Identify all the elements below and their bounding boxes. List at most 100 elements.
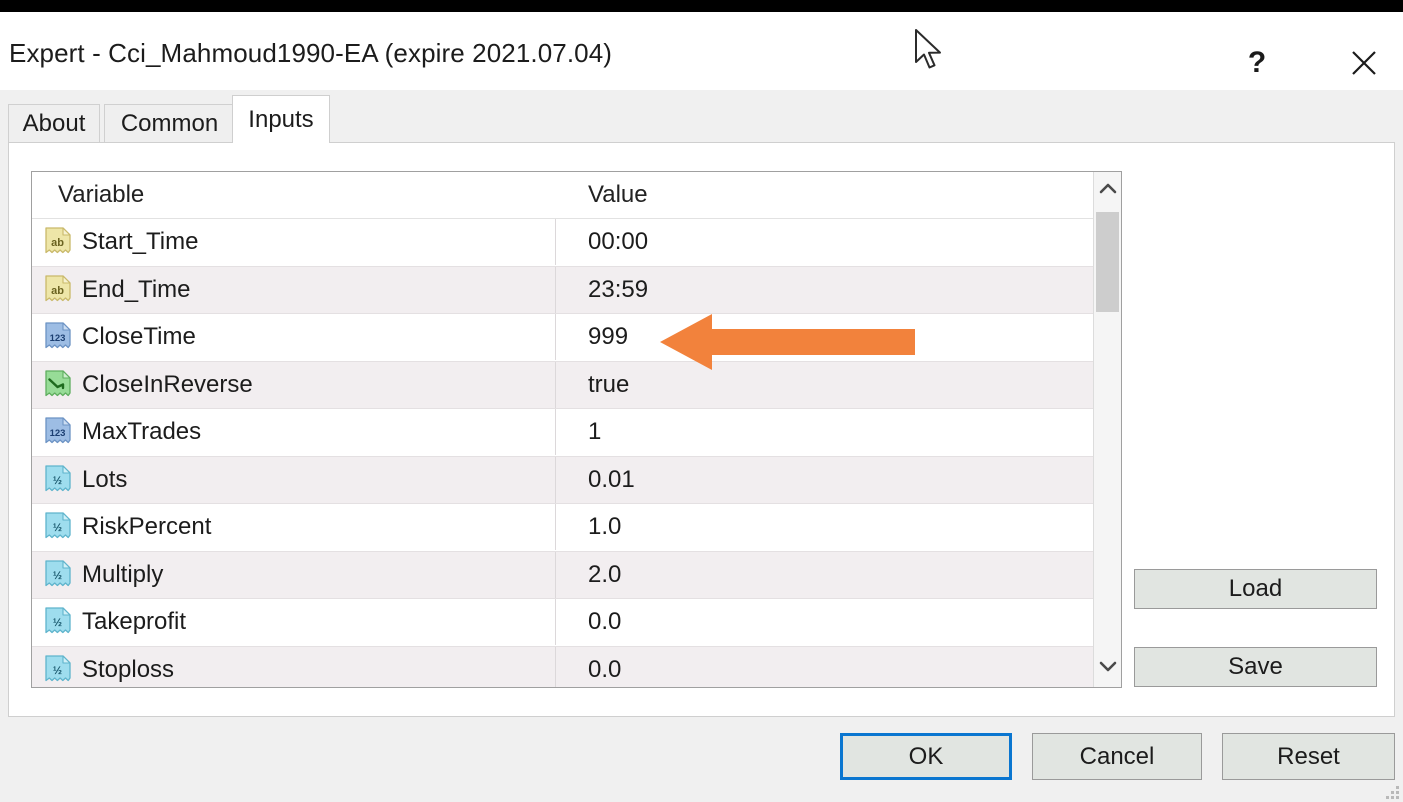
variable-name: Takeprofit [82,608,186,636]
variable-value: 1.0 [588,513,621,541]
tab-common-label: Common [121,110,218,138]
variable-name: Multiply [82,561,163,589]
variable-value: 00:00 [588,228,648,256]
table-row[interactable]: abEnd_Time 23:59 [32,267,1093,315]
window-title: Expert - Cci_Mahmoud1990-EA (expire 2021… [9,38,612,69]
variable-name: End_Time [82,276,191,304]
tab-strip: About Common Inputs [0,90,1403,143]
variable-name: MaxTrades [82,418,201,446]
inputs-table[interactable]: Variable Value ab Start_Time 00:00 abEnd_Ti… [31,171,1122,688]
integer-type-icon: 123 [44,417,72,447]
svg-text:½: ½ [53,522,62,534]
variable-value: 0.0 [588,608,621,636]
double-type-icon: ½ [44,512,72,542]
cancel-button[interactable]: Cancel [1032,733,1202,780]
table-header-row: Variable Value [32,172,1093,219]
cell-value[interactable]: true [555,362,1093,408]
double-type-icon: ½ [44,465,72,495]
reset-button-label: Reset [1277,743,1340,771]
svg-text:½: ½ [53,570,62,582]
variable-value: true [588,371,629,399]
save-button[interactable]: Save [1134,647,1377,687]
title-bar: Expert - Cci_Mahmoud1990-EA (expire 2021… [0,12,1403,90]
chevron-up-icon [1097,178,1119,205]
scroll-down-button[interactable] [1094,649,1121,687]
cell-variable: ½ Multiply [32,552,554,598]
column-header-value: Value [578,172,648,218]
variable-name: Start_Time [82,228,198,256]
reset-button[interactable]: Reset [1222,733,1395,780]
tab-inputs-label: Inputs [248,106,313,134]
ok-button-label: OK [909,743,944,771]
ok-button[interactable]: OK [840,733,1012,780]
cell-value[interactable]: 2.0 [555,552,1093,598]
question-mark-icon: ? [1248,46,1266,80]
table-row[interactable]: ab Start_Time 00:00 [32,219,1093,267]
tab-about-label: About [23,110,86,138]
cell-value[interactable]: 0.0 [555,647,1093,688]
column-header-variable: Variable [58,172,144,218]
variable-name: Lots [82,466,127,494]
string-type-icon: ab [44,227,72,257]
screen-top-black-strip [0,0,1403,12]
variable-name: Stoploss [82,656,174,684]
table-row[interactable]: ½ Takeprofit 0.0 [32,599,1093,647]
chevron-down-icon [1097,655,1119,682]
vertical-scrollbar[interactable] [1093,172,1121,687]
table-row[interactable]: 123 MaxTrades 1 [32,409,1093,457]
load-button[interactable]: Load [1134,569,1377,609]
cell-value[interactable]: 23:59 [555,267,1093,313]
cell-variable: CloseInReverse [32,362,554,408]
cell-variable: 123 CloseTime [32,314,554,360]
svg-text:½: ½ [53,617,62,629]
tab-common[interactable]: Common [104,104,235,143]
table-row[interactable]: CloseInReverse true [32,362,1093,410]
tab-about[interactable]: About [8,104,100,143]
variable-name: RiskPercent [82,513,211,541]
cell-variable: ½ Stoploss [32,647,554,688]
variable-value: 0.0 [588,656,621,684]
cancel-button-label: Cancel [1080,743,1155,771]
cell-variable: 123 MaxTrades [32,409,554,455]
cell-variable: ½ Takeprofit [32,599,554,645]
inputs-tab-panel: Variable Value ab Start_Time 00:00 abEnd_Ti… [8,142,1395,717]
cell-value[interactable]: 1 [555,409,1093,455]
tab-inputs[interactable]: Inputs [232,95,330,143]
cell-value[interactable]: 1.0 [555,504,1093,550]
cell-variable: abEnd_Time [32,267,554,313]
variable-value: 999 [588,323,628,351]
svg-text:123: 123 [50,428,66,439]
variable-name: CloseInReverse [82,371,253,399]
variable-value: 2.0 [588,561,621,589]
cell-value[interactable]: 0.01 [555,457,1093,503]
integer-type-icon: 123 [44,322,72,352]
svg-text:ab: ab [51,237,64,249]
variable-value: 1 [588,418,601,446]
variable-name: CloseTime [82,323,196,351]
inputs-table-viewport: Variable Value ab Start_Time 00:00 abEnd_Ti… [32,172,1093,687]
variable-value: 23:59 [588,276,648,304]
scroll-up-button[interactable] [1094,172,1121,210]
boolean-type-icon [44,370,72,400]
cell-variable: ab Start_Time [32,219,554,265]
cell-value[interactable]: 999 [555,314,1093,360]
table-row[interactable]: 123 CloseTime 999 [32,314,1093,362]
cell-variable: ½ Lots [32,457,554,503]
svg-text:½: ½ [53,475,62,487]
save-button-label: Save [1228,653,1283,681]
cell-variable: ½ RiskPercent [32,504,554,550]
scrollbar-thumb[interactable] [1096,212,1119,312]
table-row[interactable]: ½ Lots 0.01 [32,457,1093,505]
load-button-label: Load [1229,575,1282,603]
double-type-icon: ½ [44,655,72,685]
double-type-icon: ½ [44,560,72,590]
resize-grip[interactable] [1383,783,1399,799]
svg-text:123: 123 [50,333,66,344]
cell-value[interactable]: 00:00 [555,219,1093,265]
table-row[interactable]: ½ Multiply 2.0 [32,552,1093,600]
table-row[interactable]: ½ RiskPercent 1.0 [32,504,1093,552]
cell-value[interactable]: 0.0 [555,599,1093,645]
variable-value: 0.01 [588,466,635,494]
svg-text:½: ½ [53,665,62,677]
table-row[interactable]: ½ Stoploss 0.0 [32,647,1093,688]
